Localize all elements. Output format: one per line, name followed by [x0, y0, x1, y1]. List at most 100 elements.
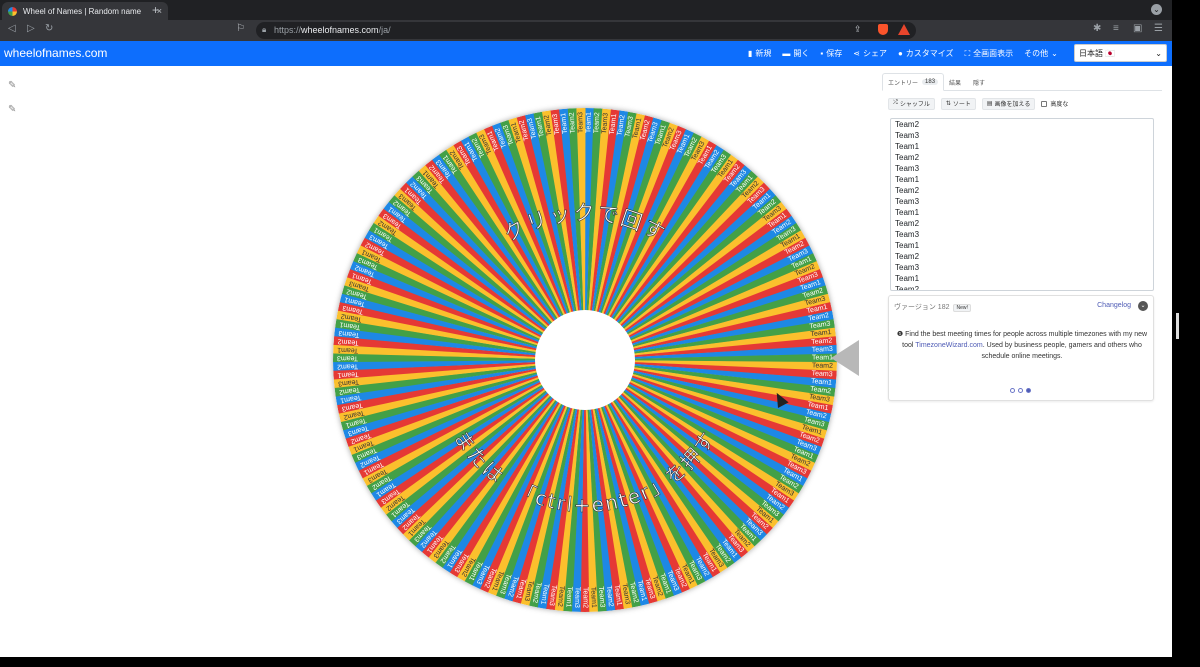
entry-line: Team3 [895, 263, 920, 272]
entry-count-badge: 183 [922, 79, 939, 85]
entry-line: Team2 [895, 120, 920, 129]
playlist-icon[interactable]: ≡ [1113, 23, 1119, 34]
menu-label: シェア [862, 49, 887, 58]
sort-button[interactable]: ⇅ ソート [940, 97, 976, 110]
tab-strip: Wheel of Names | Random name × + ⌄ [0, 0, 1172, 20]
news-text: ❶ Find the best meeting times for people… [896, 331, 1148, 360]
app-header: wheelofnames.com ▮ 新規 ▬ 開く ▪ 保存 ⋖ シェア ● カスタマイズ ⛶ 全画… [0, 41, 1172, 66]
wheel-segment-label: Team1 [812, 354, 833, 361]
url-text: https://wheelofnames.com/ja/ [274, 25, 391, 35]
back-icon[interactable]: ◁ [8, 23, 16, 34]
address-bar[interactable]: 🔒︎ https://wheelofnames.com/ja/ ⇪ [256, 22, 916, 39]
entry-line: Team1 [895, 208, 920, 217]
brave-rewards-icon[interactable] [898, 24, 910, 35]
tab-title: Wheel of Names | Random name [23, 6, 142, 16]
edit-icon[interactable]: ✎ [8, 104, 16, 115]
name-wheel[interactable]: Team1 Team2 Team3 Team1 Team2 Team3 Team1 Team2… [333, 108, 837, 612]
menu-item-5[interactable]: ⛶ 全画面表示 [965, 48, 1014, 59]
wheel-segment-label: Team2 [337, 362, 358, 370]
shuffle-button[interactable]: ⤮ シャッフル [888, 97, 935, 110]
language-value: 日本語 🇯🇵 [1079, 48, 1116, 58]
menu-item-2[interactable]: ▪ 保存 [820, 48, 842, 59]
menu-item-1[interactable]: ▬ 開く [782, 48, 809, 59]
chevron-down-icon: ⌄ [1155, 48, 1162, 58]
advanced-checkbox[interactable]: 高度な [1041, 99, 1068, 108]
share-icon: ⋖ [853, 49, 860, 58]
entry-line: Team2 [895, 153, 920, 162]
tab-label: エントリー [888, 80, 919, 87]
wheel-pointer-icon [831, 340, 859, 376]
menu-label: その他 [1024, 49, 1049, 58]
window-menu-icon[interactable]: ⌄ [1151, 4, 1162, 15]
window-resize-handle[interactable] [1176, 313, 1179, 339]
entry-line: Team2 [895, 252, 920, 261]
info-icon: ❶ [896, 331, 904, 338]
wheel-segment-label: Team1 [585, 112, 592, 133]
wheel-segment-label: Team1 [589, 587, 597, 608]
carousel-dot[interactable] [1026, 388, 1031, 393]
menu-item-0[interactable]: ▮ 新規 [748, 48, 771, 59]
panel-tabs: エントリー 183 結果 隠す [882, 73, 1162, 91]
menu-label: 新規 [755, 49, 772, 58]
entries-textarea[interactable]: Team2 Team3 Team1 Team2 Team3 Team1 Team2 Team3… [890, 118, 1154, 291]
entry-tools: ⤮ シャッフル ⇅ ソート ▤ 画像を加える 高度な [888, 97, 1068, 110]
bookmark-icon[interactable]: ⚐ [236, 23, 245, 34]
menu-label: 全画面表示 [973, 49, 1014, 58]
share-icon[interactable]: ⇪ [854, 24, 862, 35]
carousel-dots [1010, 388, 1031, 393]
news-card: ヴァージョン 182 New! Changelog ⌄ ❶ Find the be… [888, 295, 1154, 401]
edit-icon[interactable]: ✎ [8, 80, 16, 91]
tab-2[interactable]: 隠す [968, 73, 990, 91]
tab-0[interactable]: エントリー 183 [882, 73, 945, 91]
entry-line: Team3 [895, 230, 920, 239]
new-badge: New! [953, 304, 971, 312]
save-icon: ▪ [820, 49, 824, 58]
version-label: ヴァージョン 182 New! [894, 302, 971, 312]
language-select[interactable]: 日本語 🇯🇵 ⌄ [1074, 44, 1167, 62]
tab-label: 隠す [973, 80, 986, 87]
add-image-button[interactable]: ▤ 画像を加える [981, 97, 1036, 110]
entry-line: Team1 [895, 175, 920, 184]
chevron-down-icon: ⌄ [1051, 49, 1058, 58]
wheel-segment-label: Team2 [593, 112, 601, 133]
browser-window: Wheel of Names | Random name × + ⌄ ◁ ▷ ↻… [0, 0, 1172, 657]
tab-label: 結果 [949, 80, 962, 87]
browser-toolbar: ◁ ▷ ↻ ⚐ 🔒︎ https://wheelofnames.com/ja/ … [0, 20, 1172, 41]
menu-label: 開く [793, 49, 810, 58]
entry-line: Team3 [895, 164, 920, 173]
extensions-icon[interactable]: ✱ [1093, 23, 1101, 34]
checkbox-icon [1041, 100, 1048, 107]
entry-line: Team2 [895, 219, 920, 228]
screen: Wheel of Names | Random name × + ⌄ ◁ ▷ ↻… [0, 0, 1200, 667]
forward-icon[interactable]: ▷ [27, 23, 35, 34]
timezonewizard-link[interactable]: TimezoneWizard.com [915, 342, 982, 349]
carousel-dot[interactable] [1018, 388, 1023, 393]
carousel-dot[interactable] [1010, 388, 1015, 393]
wheel-segment-label: Team2 [569, 112, 577, 133]
wheel-svg[interactable]: Team1 Team2 Team3Team1Team2Team3Team1Team2… [333, 108, 837, 612]
wheel-segment-label: Team3 [812, 346, 833, 354]
menu-icon[interactable]: ☰ [1154, 23, 1163, 34]
browser-tab[interactable]: Wheel of Names | Random name × [2, 2, 168, 20]
wheel-hub[interactable] [535, 310, 635, 410]
menu-item-6[interactable]: その他 ⌄ [1024, 48, 1058, 59]
changelog-link[interactable]: Changelog [1097, 302, 1131, 309]
brave-shields-icon[interactable] [878, 24, 888, 35]
tab-1[interactable]: 結果 [944, 73, 966, 91]
menu-label: 保存 [826, 49, 843, 58]
palette-icon: ● [897, 49, 903, 58]
reload-icon[interactable]: ↻ [45, 23, 53, 34]
wheel-segment-label: Team2 [582, 587, 589, 608]
wheel-segment-label: Team3 [811, 370, 832, 378]
menu-item-3[interactable]: ⋖ シェア [853, 48, 887, 59]
site-brand[interactable]: wheelofnames.com [4, 46, 107, 60]
sort-icon: ⇅ [945, 101, 951, 107]
entry-line: Team1 [895, 142, 920, 151]
menu-item-4[interactable]: ● カスタマイズ [898, 48, 954, 59]
wallet-icon[interactable]: ▣ [1133, 23, 1142, 34]
wheel-segment-label: Team3 [573, 587, 581, 608]
new-tab-icon[interactable]: + [152, 3, 159, 17]
entry-line: Team2 [895, 285, 920, 291]
entry-line: Team2 [895, 186, 920, 195]
chevron-down-icon[interactable]: ⌄ [1138, 301, 1148, 311]
